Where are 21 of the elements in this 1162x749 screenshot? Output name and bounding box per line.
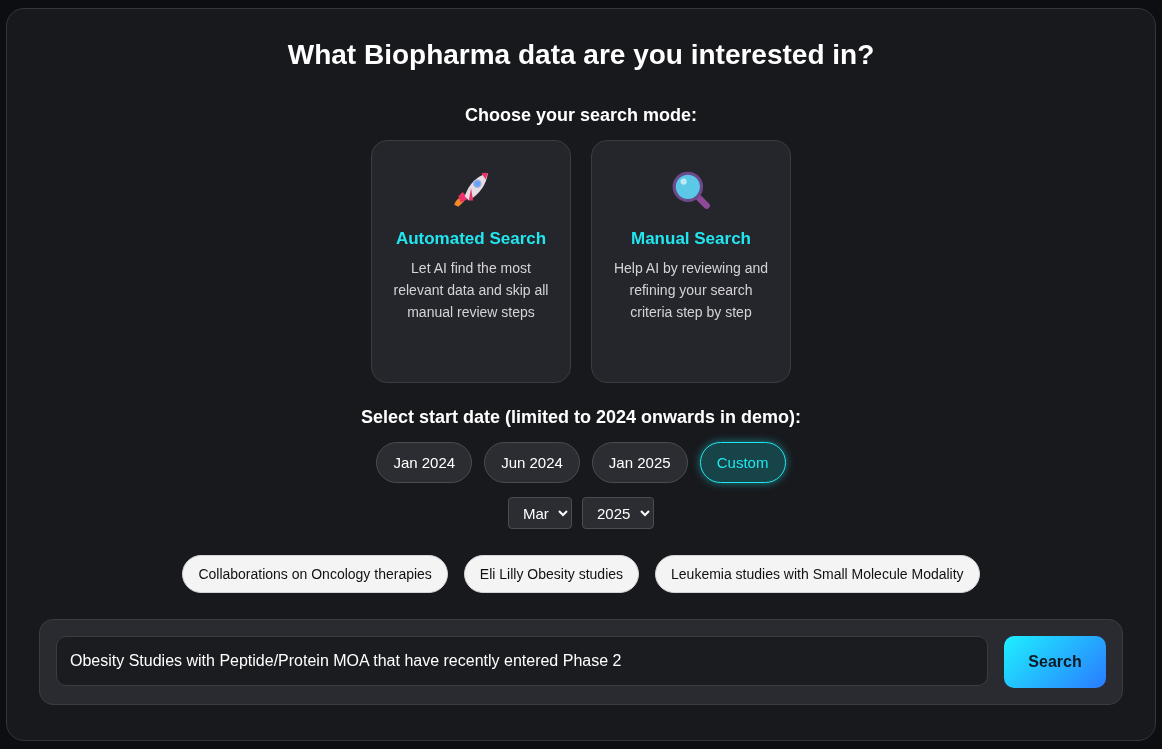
search-button[interactable]: Search: [1004, 636, 1106, 688]
mode-card[interactable]: Manual Search Help AI by reviewing and refining your search criteria step by step: [591, 140, 791, 383]
year-select[interactable]: 2025: [582, 497, 654, 529]
month-select[interactable]: Mar: [508, 497, 572, 529]
mode-title: Automated Search: [395, 229, 547, 249]
mode-card[interactable]: Automated Search Let AI find the most relevant data and skip all manual review steps: [371, 140, 571, 383]
page-title: What Biopharma data are you interested in?: [287, 39, 875, 71]
date-option[interactable]: Custom: [699, 442, 786, 483]
mode-title: Manual Search: [631, 229, 751, 249]
date-option[interactable]: Jun 2024: [484, 442, 580, 483]
date-option[interactable]: Jan 2025: [591, 442, 688, 483]
mode-description: Let AI find the most relevant data and skip all manual review steps: [392, 259, 550, 322]
section-heading: Choose your search mode:: [464, 105, 698, 126]
date-option[interactable]: Jan 2024: [376, 442, 473, 483]
suggestion-chip[interactable]: Leukemia studies with Small Molecule Modality: [655, 555, 980, 593]
mode-description: Help AI by reviewing and refining your search criteria step by step: [612, 259, 770, 322]
search-field[interactable]: Obesity Studies with Peptide/Protein MOA that have recently entered Phase 2: [56, 636, 988, 686]
suggestion-chip[interactable]: Collaborations on Oncology therapies: [182, 555, 448, 593]
magnifier-icon: [670, 169, 712, 211]
suggestion-chip[interactable]: Eli Lilly Obesity studies: [463, 555, 640, 593]
section-heading: Select start date (limited to 2024 onwards in demo):: [360, 407, 802, 428]
